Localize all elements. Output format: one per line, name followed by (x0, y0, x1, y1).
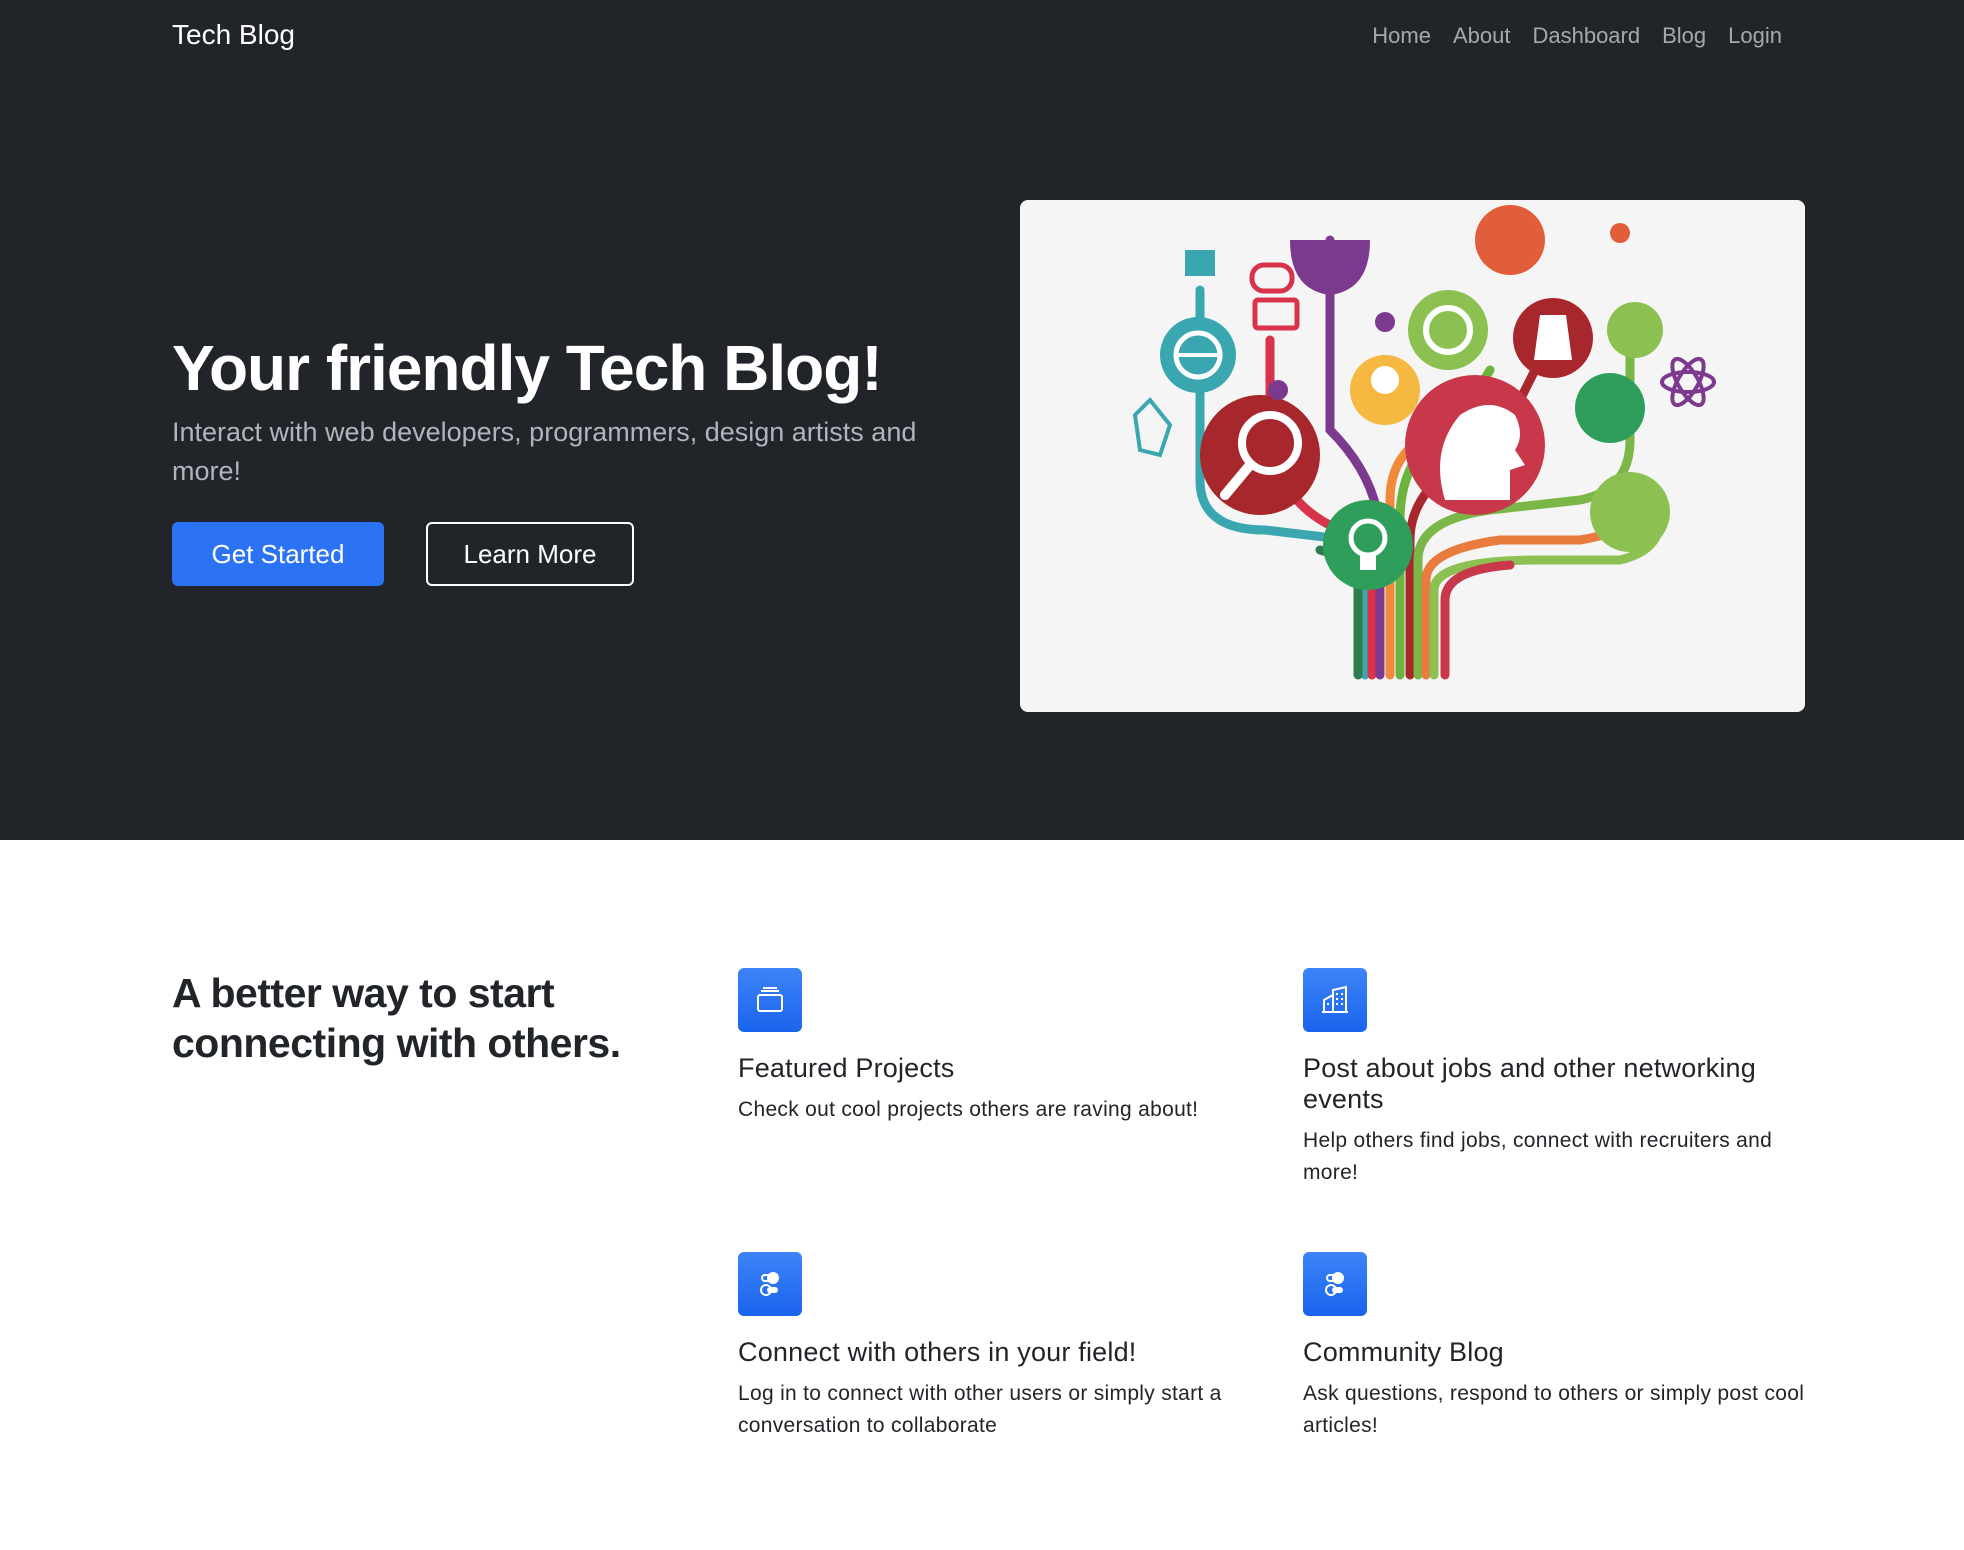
feature-jobs-networking: Post about jobs and other networking eve… (1303, 968, 1823, 1189)
features-heading: A better way to start connecting with ot… (172, 970, 621, 1066)
learn-more-button[interactable]: Learn More (426, 522, 634, 586)
building-icon (1303, 968, 1367, 1032)
feature-title: Post about jobs and other networking eve… (1303, 1053, 1756, 1114)
toggles-icon (1303, 1252, 1367, 1316)
feature-text: Ask questions, respond to others or simp… (1303, 1382, 1805, 1437)
navbar: Tech Blog Home About Dashboard Blog Logi… (0, 0, 1964, 72)
hero-lead: Interact with web developers, programmer… (172, 417, 917, 486)
feature-title: Featured Projects (738, 1053, 955, 1083)
feature-text: Help others find jobs, connect with recr… (1303, 1129, 1773, 1184)
feature-title: Connect with others in your field! (738, 1337, 1137, 1367)
feature-title: Community Blog (1303, 1337, 1504, 1367)
feature-text: Check out cool projects others are ravin… (738, 1098, 1199, 1121)
nav-link-about[interactable]: About (1442, 20, 1522, 52)
nav-item-blog: Blog (1651, 20, 1717, 52)
feature-text: Log in to connect with other users or si… (738, 1382, 1222, 1437)
hero-title: Your friendly Tech Blog! (172, 332, 883, 404)
nav-item-home: Home (1361, 20, 1442, 52)
tech-tree-illustration (1132, 205, 1716, 680)
feature-featured-projects: Featured Projects Check out cool project… (738, 968, 1258, 1126)
nav-link-dashboard[interactable]: Dashboard (1521, 20, 1651, 52)
nav-links: Home About Dashboard Blog Login (1361, 20, 1793, 52)
hero-illustration (1020, 200, 1805, 712)
get-started-button[interactable]: Get Started (172, 522, 384, 586)
nav-link-login[interactable]: Login (1717, 20, 1793, 52)
nav-item-about: About (1442, 20, 1522, 52)
nav-item-login: Login (1717, 20, 1793, 52)
collection-icon (738, 968, 802, 1032)
brand-logo-link[interactable]: Tech Blog (172, 16, 295, 54)
nav-link-home[interactable]: Home (1361, 20, 1442, 52)
nav-item-dashboard: Dashboard (1521, 20, 1651, 52)
feature-community-blog: Community Blog Ask questions, respond to… (1303, 1252, 1823, 1442)
feature-connect: Connect with others in your field! Log i… (738, 1252, 1258, 1442)
nav-link-blog[interactable]: Blog (1651, 20, 1717, 52)
toggles-icon (738, 1252, 802, 1316)
